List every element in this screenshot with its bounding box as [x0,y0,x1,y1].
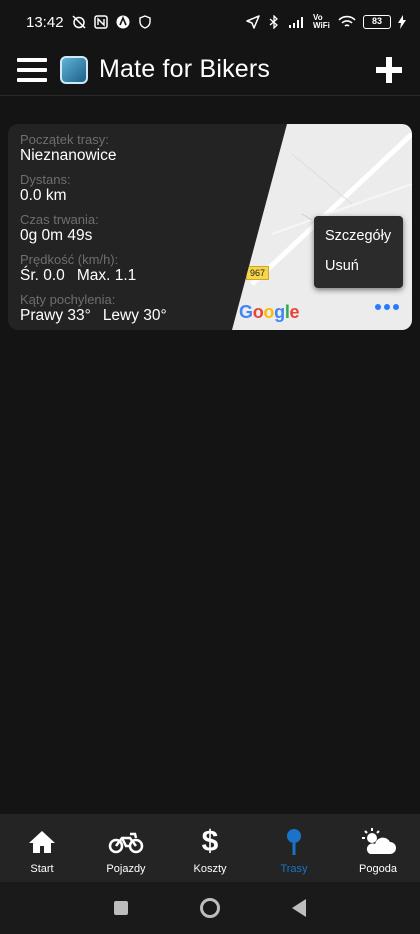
weather-icon [360,828,396,856]
route-info: Początek trasy: Nieznanowice Dystans: 0.… [20,132,260,330]
angle-right: Prawy 33° [20,307,91,324]
speed-values: Śr. 0.0 Max. 1.1 [20,267,260,285]
recent-apps-button[interactable] [114,901,128,915]
menu-item-details[interactable]: Szczegóły [314,228,403,258]
nav-item-weather[interactable]: Pogoda [336,814,420,882]
battery-indicator: 83 [363,15,391,29]
home-button[interactable] [200,898,220,918]
nav-item-routes[interactable]: Trasy [252,814,336,882]
google-logo: Google [239,302,300,322]
angles-values: Prawy 33° Lewy 30° [20,307,260,325]
menu-button[interactable] [17,57,47,82]
distance-label: Dystans: [20,172,71,187]
nav-label-start: Start [30,863,54,875]
nav-item-start[interactable]: Start [0,814,84,882]
duration-value: 0g 0m 49s [20,227,93,244]
menu-icon-line [17,77,47,82]
start-value: Nieznanowice [20,147,117,164]
signal-icon [289,17,303,28]
map-pin-icon [276,828,312,856]
app-bar: Mate for Bikers [0,44,420,96]
speed-average: Śr. 0.0 [20,267,65,284]
app-title: Mate for Bikers [99,55,271,83]
more-options-icon[interactable] [375,302,401,312]
duration-label: Czas trwania: [20,212,99,227]
angle-left: Lewy 30° [102,307,167,324]
menu-item-delete[interactable]: Usuń [314,258,403,288]
status-right: Vo WiFi 83 [246,14,406,30]
speed-label: Prędkość (km/h): [20,252,119,267]
back-button[interactable] [292,899,306,917]
status-left: 13:42 [26,14,152,31]
wifi-icon [338,15,356,27]
shield-icon [138,15,151,29]
distance-value: 0.0 km [20,187,67,204]
charging-icon [398,15,406,29]
add-route-button[interactable] [376,56,402,83]
start-label: Początek trasy: [20,132,109,147]
menu-icon-line [17,57,47,62]
nav-label-weather: Pogoda [359,863,397,875]
menu-icon-line [17,67,47,72]
bottom-navigation: Start Pojazdy $ Koszty Trasy Pogoda [0,814,420,882]
app-logo-icon [60,55,88,84]
status-bar: 13:42 Vo WiFi 83 [0,0,420,44]
location-icon [246,15,260,29]
speed-max: Max. 1.1 [76,267,137,284]
motorcycle-icon [108,828,144,856]
nav-item-vehicles[interactable]: Pojazdy [84,814,168,882]
dollar-icon: $ [201,825,219,858]
network-label: Vo WiFi [313,13,330,30]
route-context-menu: Szczegóły Usuń [314,216,403,288]
status-time: 13:42 [26,13,64,31]
angles-label: Kąty pochylenia: [20,292,116,307]
nav-label-costs: Koszty [193,863,227,875]
bluetooth-icon [269,15,278,29]
nav-item-costs[interactable]: $ Koszty [168,814,252,882]
alarm-off-icon [72,15,86,29]
nfc-icon [93,15,108,29]
app-icon [116,15,130,29]
nav-label-vehicles: Pojazdy [106,863,146,875]
system-navigation [0,882,420,934]
home-icon [24,828,60,856]
nav-label-routes: Trasy [280,863,308,875]
road-number-badge: 967 [246,266,270,280]
